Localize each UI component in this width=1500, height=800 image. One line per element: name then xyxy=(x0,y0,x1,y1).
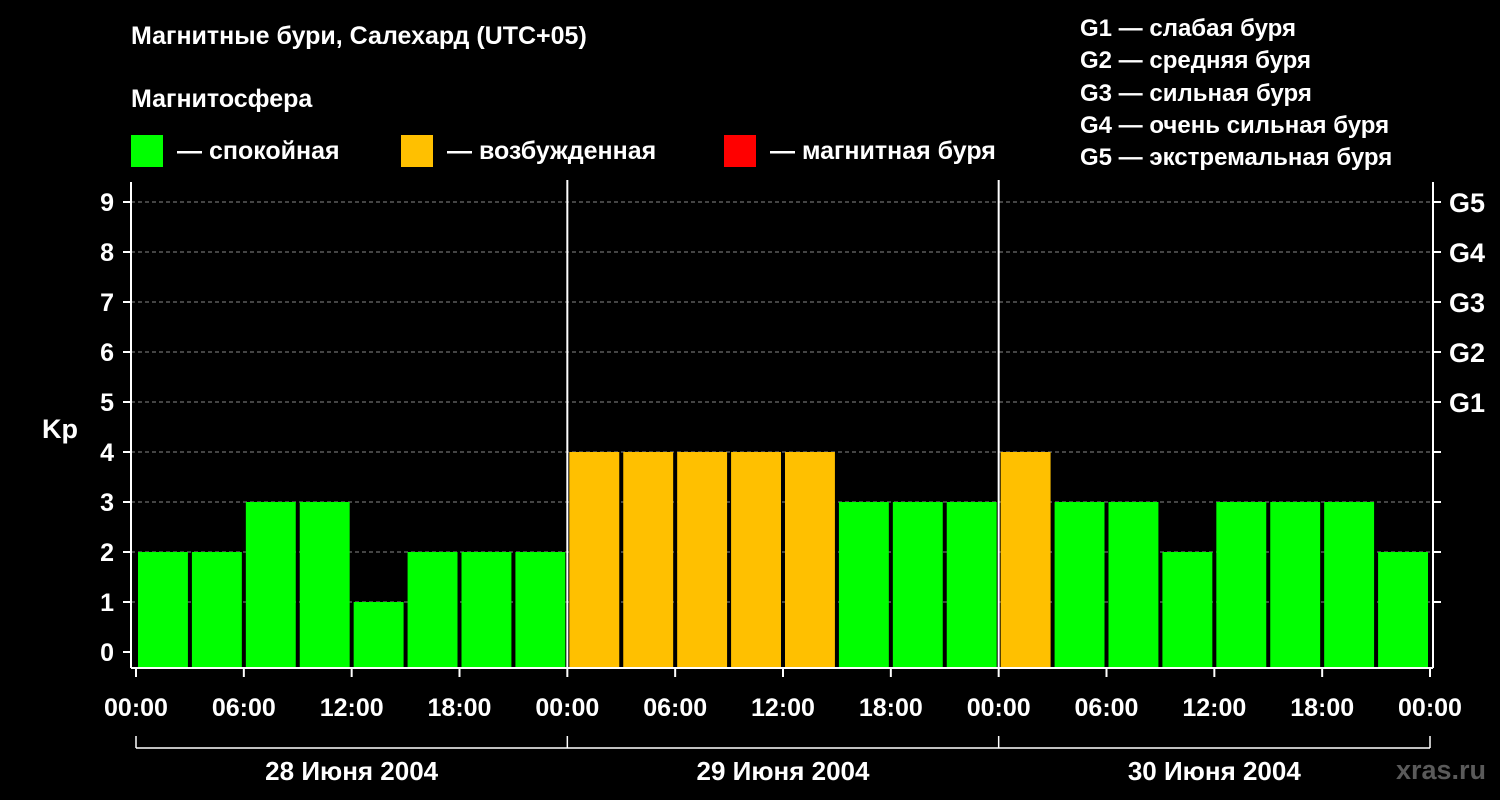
kp-bar xyxy=(1000,452,1051,668)
y-tick-label: 7 xyxy=(100,289,114,317)
kp-bar xyxy=(299,502,350,668)
y-tick-label: 6 xyxy=(100,339,114,367)
g-scale-label: G4 xyxy=(1449,238,1485,268)
kp-bar xyxy=(461,552,512,668)
kp-bar xyxy=(245,502,296,668)
kp-bar xyxy=(946,502,997,668)
kp-bar xyxy=(569,452,620,668)
y-tick-label: 3 xyxy=(100,489,114,517)
g-scale-label: G2 xyxy=(1449,338,1485,368)
kp-bar xyxy=(1054,502,1105,668)
kp-bar xyxy=(1162,552,1213,668)
kp-bar xyxy=(353,602,404,668)
g-scale-label: G3 xyxy=(1449,288,1485,318)
kp-bar xyxy=(731,452,781,668)
kp-bar xyxy=(1324,502,1375,668)
kp-bar xyxy=(838,502,889,668)
y-tick-label: 8 xyxy=(100,239,114,267)
x-tick-label: 00:00 xyxy=(535,694,599,722)
kp-bar xyxy=(892,502,943,668)
x-tick-label: 06:00 xyxy=(643,694,707,722)
y-tick-label: 4 xyxy=(100,439,114,467)
g-scale-label: G5 xyxy=(1449,188,1485,218)
x-tick-label: 18:00 xyxy=(859,694,923,722)
x-tick-label: 06:00 xyxy=(1075,694,1139,722)
x-tick-label: 06:00 xyxy=(212,694,276,722)
x-tick-label: 12:00 xyxy=(751,694,815,722)
x-tick-label: 00:00 xyxy=(1398,694,1462,722)
day-label: 30 Июня 2004 xyxy=(1128,756,1302,786)
kp-bar xyxy=(1270,502,1321,668)
kp-bar xyxy=(1216,502,1267,668)
g-scale-label: G1 xyxy=(1449,388,1485,418)
watermark: xras.ru xyxy=(1395,755,1486,785)
kp-bar xyxy=(1108,502,1159,668)
kp-bar xyxy=(785,452,835,668)
kp-bar xyxy=(138,552,188,668)
kp-bar xyxy=(677,452,728,668)
kp-bar xyxy=(623,452,674,668)
kp-bar xyxy=(1378,552,1428,668)
y-tick-label: 9 xyxy=(100,189,114,217)
x-tick-label: 12:00 xyxy=(1182,694,1246,722)
kp-bar xyxy=(515,552,566,668)
kp-bar-chart: 0 1 2 3 4 5 6 7 8 9 G1 G2 G3 G4 G5 Kp 00:00 06:00 12:00 18:… xyxy=(42,180,1485,786)
x-tick-label: 18:00 xyxy=(428,694,492,722)
x-tick-label: 00:00 xyxy=(967,694,1031,722)
y-tick-label: 5 xyxy=(100,389,114,417)
y-tick-label: 2 xyxy=(100,539,114,567)
y-tick-label: 1 xyxy=(100,589,114,617)
x-tick-label: 12:00 xyxy=(320,694,384,722)
y-axis-label: Kp xyxy=(42,414,78,444)
day-label: 28 Июня 2004 xyxy=(265,756,439,786)
y-tick-label: 0 xyxy=(100,639,114,667)
day-label: 29 Июня 2004 xyxy=(697,756,871,786)
kp-bar xyxy=(191,552,242,668)
x-tick-label: 18:00 xyxy=(1290,694,1354,722)
x-tick-label: 00:00 xyxy=(104,694,168,722)
kp-bar xyxy=(407,552,458,668)
